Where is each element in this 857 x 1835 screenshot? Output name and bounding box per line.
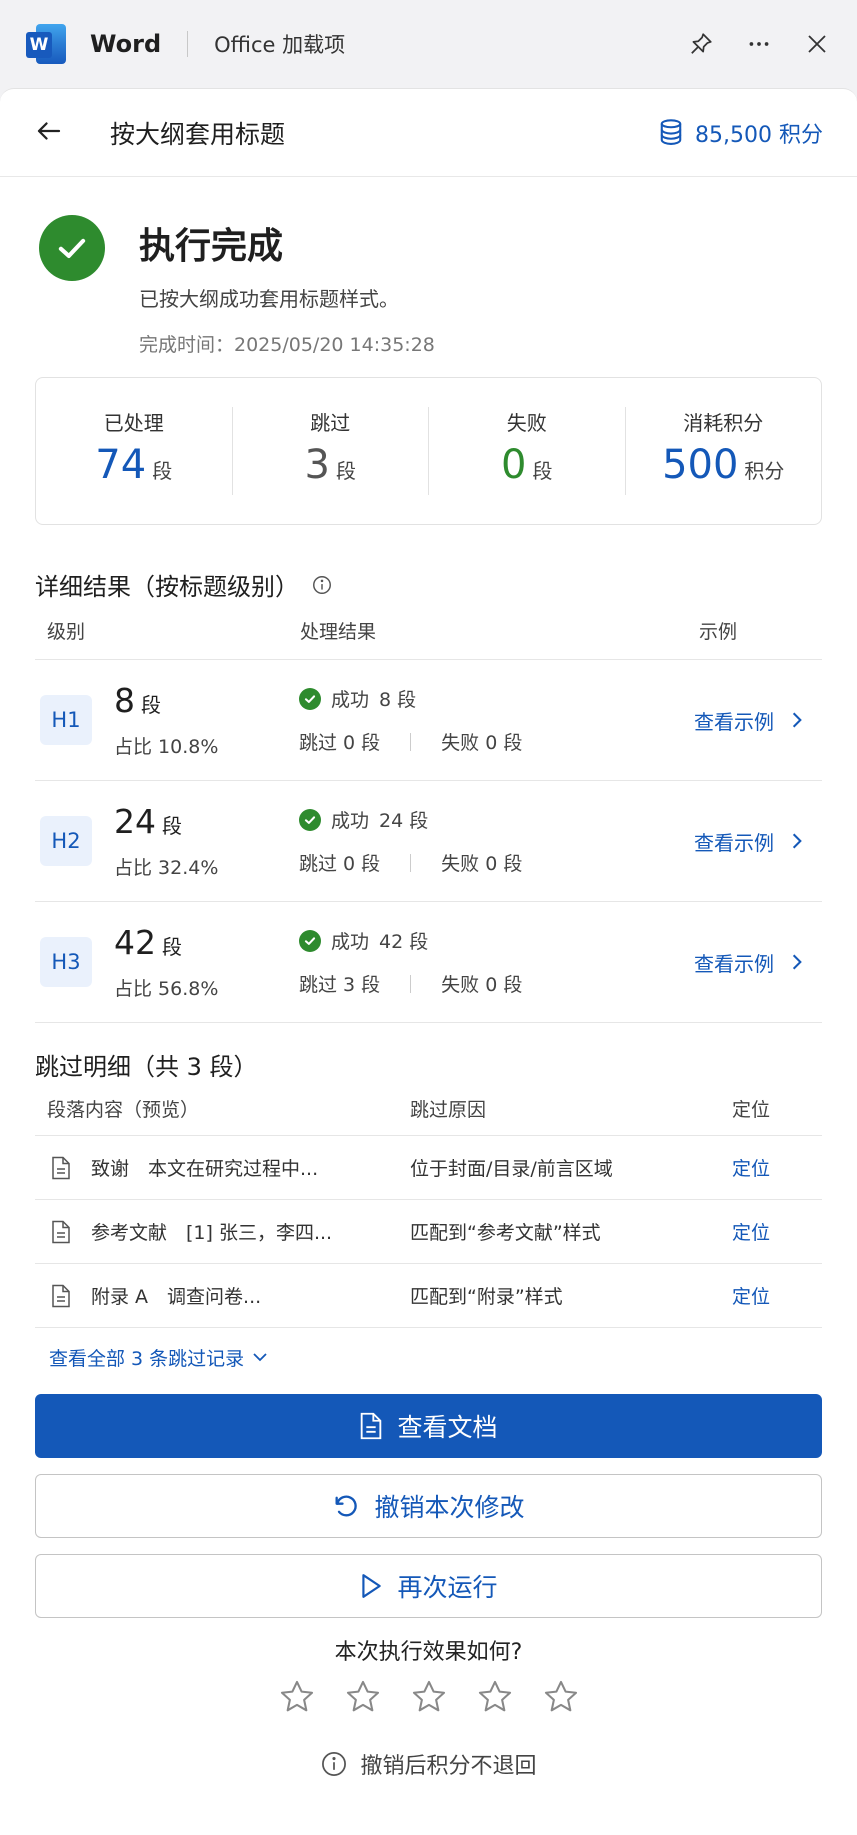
star-icon[interactable] (476, 1678, 514, 1716)
star-rating (35, 1678, 822, 1716)
level-badge: H3 (40, 937, 92, 987)
chevron-right-icon (792, 712, 802, 728)
skips-table-header: 段落内容（预览） 跳过原因 定位 (35, 1082, 822, 1136)
chevron-right-icon (792, 954, 802, 970)
more-icon[interactable] (745, 30, 773, 58)
back-arrow-icon[interactable] (34, 116, 64, 150)
details-section-title: 详细结果（按标题级别） (35, 567, 822, 602)
details-table-header: 级别 处理结果 示例 (35, 602, 822, 660)
skip-row: 致谢 本文在研究过程中... 位于封面/目录/前言区域 定位 (35, 1136, 822, 1200)
skips-section-title: 跳过明细（共 3 段） (35, 1053, 258, 1081)
view-example-link[interactable]: 查看示例 (694, 948, 804, 977)
title-bar: W Word Office 加载项 (0, 0, 857, 88)
info-icon (322, 1752, 347, 1776)
locate-link[interactable]: 定位 (732, 1154, 822, 1181)
completion-time: 完成时间：2025/05/20 14:35:28 (139, 334, 435, 356)
stat-skipped: 跳过 3段 (233, 407, 429, 495)
panel-header: 按大纲套用标题 85,500 积分 (0, 89, 857, 177)
addin-panel: 按大纲套用标题 85,500 积分 执行完成 已按大纲成功套用标题样式。 完成时… (0, 88, 857, 1835)
success-check-icon (299, 929, 321, 952)
close-icon[interactable] (803, 30, 831, 58)
level-badge: H2 (40, 816, 92, 866)
view-example-link[interactable]: 查看示例 (694, 827, 804, 856)
document-icon (361, 1412, 382, 1440)
stat-processed: 已处理 74 段 (36, 407, 233, 495)
rating-question: 本次执行效果如何? (334, 1640, 523, 1665)
rerun-button[interactable]: 再次运行 (35, 1554, 822, 1618)
stat-failed: 失败 0段 (429, 407, 626, 495)
refund-note: 撤销后积分不退回 (35, 1748, 822, 1780)
undo-changes-button[interactable]: 撤销本次修改 (35, 1474, 822, 1538)
completion-summary: 执行完成 已按大纲成功套用标题样式。 完成时间：2025/05/20 14:35… (35, 177, 822, 377)
undo-icon (335, 1495, 358, 1517)
star-icon[interactable] (542, 1678, 580, 1716)
word-logo: W (26, 24, 66, 64)
locate-link[interactable]: 定位 (732, 1282, 822, 1309)
page-title: 按大纲套用标题 (110, 119, 286, 149)
success-check-icon (299, 808, 321, 831)
document-icon (52, 1156, 70, 1179)
play-icon (362, 1574, 382, 1598)
view-example-link[interactable]: 查看示例 (694, 706, 804, 735)
view-document-button[interactable]: 查看文档 (35, 1394, 822, 1458)
document-icon (52, 1220, 70, 1243)
locate-link[interactable]: 定位 (732, 1218, 822, 1245)
title-separator (187, 31, 189, 57)
completion-description: 已按大纲成功套用标题样式。 (139, 287, 399, 311)
table-row: H3 42 段 占比 56.8% 成功 42 段 跳过 3 段失败 0 段 查看示例 (35, 902, 822, 1023)
app-name: Word (90, 30, 162, 58)
info-icon[interactable] (311, 574, 333, 596)
star-icon[interactable] (278, 1678, 316, 1716)
pin-icon[interactable] (687, 30, 715, 58)
star-icon[interactable] (344, 1678, 382, 1716)
view-all-skips-link[interactable]: 查看全部 3 条跳过记录 (35, 1328, 822, 1386)
points-balance[interactable]: 85,500 积分 (657, 117, 823, 149)
skip-row: 参考文献 [1] 张三，李四... 匹配到“参考文献”样式 定位 (35, 1200, 822, 1264)
stat-points-used: 消耗积分 500 积分 (662, 411, 785, 488)
success-check-icon (299, 687, 321, 710)
chevron-right-icon (792, 833, 802, 849)
check-circle-icon (39, 215, 105, 281)
addin-name: Office 加载项 (214, 33, 346, 57)
skip-row: 附录 A 调查问卷... 匹配到“附录”样式 定位 (35, 1264, 822, 1328)
completion-title: 执行完成 (139, 226, 284, 267)
stats-card: 已处理 74 段 跳过 3段 失败 0段 消耗积分 500 积分 (35, 377, 822, 525)
star-icon[interactable] (410, 1678, 448, 1716)
points-value: 85,500 积分 (695, 122, 823, 148)
level-badge: H1 (40, 695, 92, 745)
table-row: H1 8段 占比 10.8% 成功 8 段 跳过 0 段失败 0 段 查看示例 (35, 660, 822, 781)
chevron-down-icon (253, 1353, 267, 1362)
coins-icon (660, 118, 682, 145)
table-row: H2 24 段 占比 32.4% 成功 24 段 跳过 0 段失败 0 段 查看示例 (35, 781, 822, 902)
document-icon (52, 1284, 70, 1307)
